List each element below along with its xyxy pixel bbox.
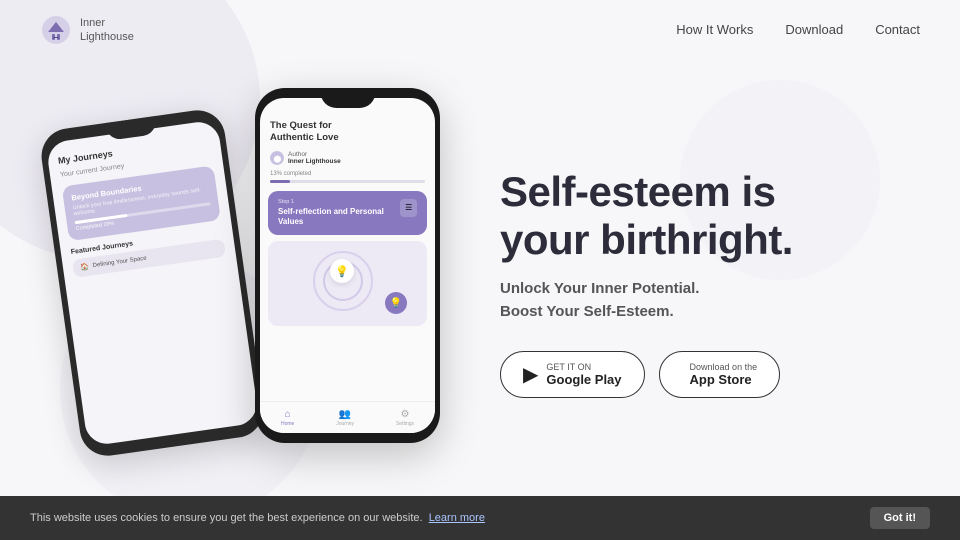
phone-front: The Quest forAuthentic Love ⬤ Author Inn…	[255, 88, 440, 443]
phone-front-notch	[320, 88, 375, 108]
home-icon: ⌂	[285, 409, 291, 420]
main-content: My Journeys Your current Journey Beyond …	[0, 60, 960, 496]
nav-links: How It Works Download Contact	[676, 21, 920, 39]
navbar: InnerLighthouse How It Works Download Co…	[0, 0, 960, 60]
phone-front-screen: The Quest forAuthentic Love ⬤ Author Inn…	[260, 98, 435, 433]
nav-download[interactable]: Download	[785, 22, 843, 37]
phone-back-screen: My Journeys Your current Journey Beyond …	[46, 119, 260, 446]
cookie-text: This website uses cookies to ensure you …	[30, 512, 864, 524]
cookie-accept-button[interactable]: Got it!	[870, 507, 930, 529]
nav-how-it-works[interactable]: How It Works	[676, 22, 753, 37]
logo-icon	[40, 14, 72, 46]
phone-back-card: Beyond Boundaries Unlock your true limit…	[62, 165, 221, 241]
phone-front-step-card: Step 1 Self-reflection and Personal Valu…	[268, 191, 427, 236]
phone-front-author: ⬤ Author Inner Lighthouse	[260, 151, 435, 171]
google-play-button[interactable]: ▶ GET IT ON Google Play	[500, 351, 645, 398]
cookie-bar: This website uses cookies to ensure you …	[0, 496, 960, 540]
hero-text: Self-esteem isyour birthright. Unlock Yo…	[460, 158, 920, 399]
step-icon: ☰	[400, 199, 417, 217]
app-store-button[interactable]: Download on the App Store	[659, 351, 781, 398]
phone-front-progress-fill	[270, 180, 290, 183]
step-text: Step 1 Self-reflection and Personal Valu…	[278, 199, 400, 228]
google-play-text: GET IT ON Google Play	[546, 362, 621, 387]
phone-front-progress-label: 13% completed	[260, 171, 435, 180]
nav-contact[interactable]: Contact	[875, 22, 920, 37]
map-pin-2: 💡	[385, 292, 407, 314]
tab-home[interactable]: ⌂ Home	[281, 409, 294, 427]
tab-settings[interactable]: ⚙ Settings	[396, 409, 414, 427]
phone-front-map: 💡 💡	[268, 241, 427, 326]
phone-back-small-icon: 🏠	[80, 263, 90, 272]
logo-text: InnerLighthouse	[80, 16, 134, 45]
journey-icon: 👥	[339, 409, 351, 420]
phones-area: My Journeys Your current Journey Beyond …	[60, 88, 460, 468]
cta-buttons: ▶ GET IT ON Google Play Download on the …	[500, 351, 920, 398]
phone-front-progress-bar	[270, 180, 425, 183]
author-info: Author Inner Lighthouse	[288, 151, 341, 165]
logo: InnerLighthouse	[40, 14, 134, 46]
phone-back-small-card-text: Defining Your Space	[92, 256, 147, 270]
cookie-learn-more[interactable]: Learn more	[429, 512, 485, 524]
phone-back: My Journeys Your current Journey Beyond …	[38, 107, 267, 460]
author-icon: ⬤	[270, 151, 284, 165]
settings-icon: ⚙	[400, 409, 409, 420]
tab-journey[interactable]: 👥 Journey	[336, 409, 354, 427]
phone-front-tabbar: ⌂ Home 👥 Journey ⚙ Settings	[260, 401, 435, 433]
app-store-text: Download on the App Store	[690, 362, 758, 387]
hero-heading: Self-esteem isyour birthright.	[500, 168, 920, 265]
google-play-icon: ▶	[523, 362, 538, 387]
hero-subheading: Unlock Your Inner Potential.Boost Your S…	[500, 278, 920, 323]
svg-text:⬤: ⬤	[274, 155, 282, 163]
